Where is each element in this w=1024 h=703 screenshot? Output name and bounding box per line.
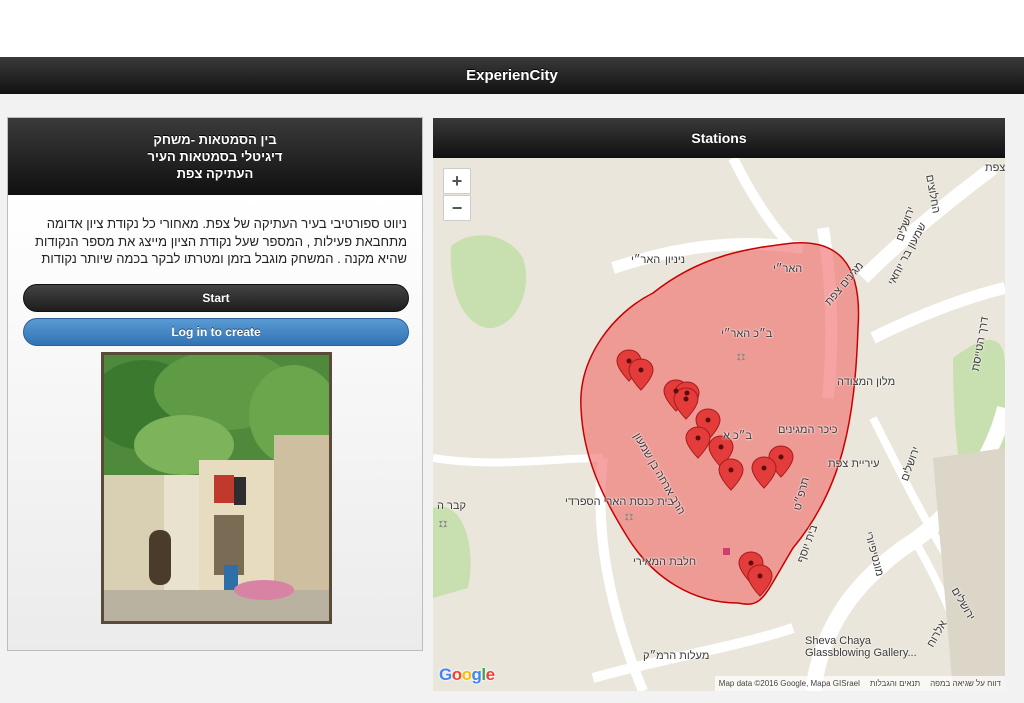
painting-artwork	[104, 354, 329, 621]
map-attribution: Map data ©2016 Google, Mapa GISrael תנאי…	[714, 676, 1005, 691]
map-label: צפת	[985, 162, 1005, 174]
map-label: Glassblowing Gallery...	[805, 647, 917, 659]
stations-map[interactable]: + − ניניון האר״י האר״י ב״כ האר״י כיכר המ…	[433, 158, 1005, 691]
zoom-in-icon[interactable]: +	[443, 168, 471, 194]
google-logo: Google	[439, 665, 495, 684]
map-label: Sheva Chaya	[805, 635, 872, 647]
map-label: עיריית צפת	[828, 458, 880, 470]
map-label: קבר ה	[437, 500, 466, 512]
museum-icon	[723, 548, 730, 555]
game-title-line: העתיקה צפת	[176, 166, 254, 181]
map-label: ניניון	[665, 254, 685, 266]
map-label: מלון המצודה	[837, 376, 896, 388]
map-label: מעלות הרמ״ק	[643, 650, 710, 662]
game-body: ניווט ספורטיבי בעיר העתיקה של צפת. מאחור…	[8, 195, 422, 650]
map-label: כיכר המגינים	[778, 424, 838, 436]
stations-header: Stations	[433, 118, 1005, 158]
game-cover-painting	[101, 351, 332, 624]
map-label: האר״י	[773, 263, 803, 275]
game-panel: בין הסמטאות -משחק דיגיטלי בסמטאות העיר ה…	[7, 117, 423, 651]
map-label: ב״כ האר״י	[721, 328, 773, 340]
app-title: ExperienCity	[466, 67, 558, 84]
terms-link[interactable]: תנאים והגבלות	[870, 679, 920, 688]
map-label: בית כנסת הארי הספרדי	[565, 496, 674, 508]
map-label: חלבת המאירי	[633, 556, 697, 568]
start-button[interactable]: Start	[23, 283, 409, 312]
page: ExperienCity בין הסמטאות -משחק דיגיטלי ב…	[0, 0, 1024, 703]
app-header: ExperienCity	[0, 57, 1024, 94]
map-data-credit: Map data ©2016 Google, Mapa GISrael	[718, 679, 860, 688]
login-to-create-button[interactable]: Log in to create	[23, 317, 409, 346]
report-error-link[interactable]: דווח על שגיאה במפה	[930, 679, 1001, 688]
game-description: ניווט ספורטיבי בעיר העתיקה של צפת. מאחור…	[35, 216, 407, 266]
game-title-line: בין הסמטאות -משחק	[153, 132, 277, 147]
map-label: ב״כ א	[723, 430, 752, 442]
map-label: האר״י	[631, 254, 661, 266]
game-title: בין הסמטאות -משחק דיגיטלי בסמטאות העיר ה…	[8, 118, 422, 195]
top-whitespace	[0, 0, 1024, 57]
zoom-out-icon[interactable]: −	[443, 195, 471, 221]
game-title-line: דיגיטלי בסמטאות העיר	[147, 149, 283, 164]
stations-title: Stations	[691, 130, 747, 146]
